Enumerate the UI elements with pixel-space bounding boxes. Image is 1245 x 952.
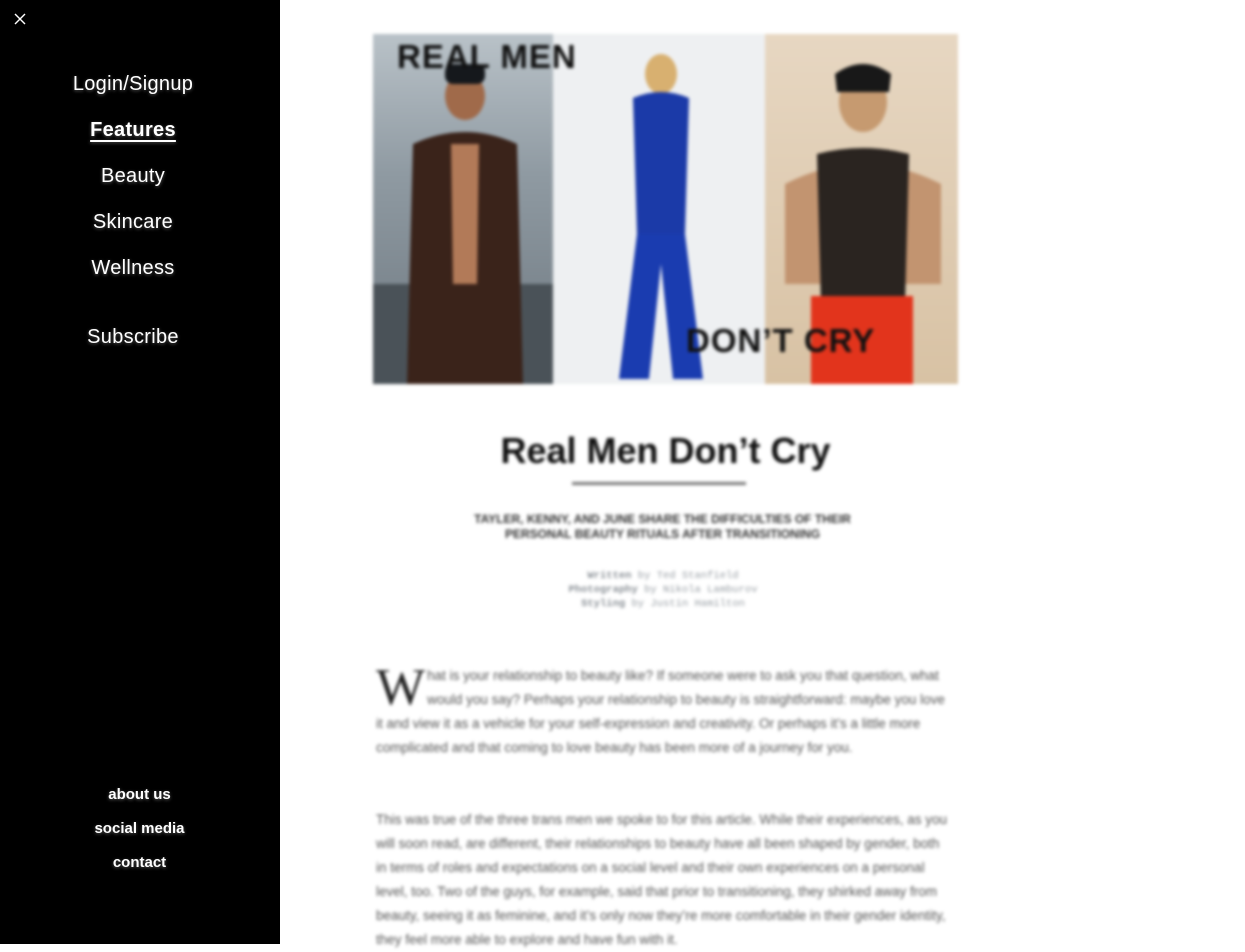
- article-subtitle: TAYLER, KENNY, AND JUNE SHARE THE DIFFIC…: [474, 512, 851, 541]
- hero-image: REAL MEN DON’T CRY: [373, 34, 958, 384]
- nav-features[interactable]: Features: [0, 119, 266, 142]
- article-title: Real Men Don’t Cry: [500, 430, 831, 471]
- footer-about-us[interactable]: about us: [0, 786, 279, 803]
- article-paragraph-2: This was true of the three trans men we …: [376, 812, 948, 947]
- hero-panel-left: [373, 34, 553, 384]
- credit-written: Written by Ted Stanfield: [473, 569, 853, 583]
- credit-styling-by[interactable]: by Justin Hamilton: [632, 598, 745, 610]
- credit-photography-label: Photography: [568, 584, 638, 596]
- nav-skincare[interactable]: Skincare: [0, 211, 266, 234]
- title-divider: [572, 482, 746, 485]
- credit-written-by[interactable]: by Ted Stanfield: [638, 570, 739, 582]
- nav-subscribe[interactable]: Subscribe: [0, 326, 266, 349]
- hero-text-bottom: DON’T CRY: [686, 322, 876, 359]
- footer-contact[interactable]: contact: [0, 854, 279, 871]
- credit-styling-label: Styling: [581, 598, 626, 610]
- credit-styling: Styling by Justin Hamilton: [473, 597, 853, 611]
- article-paragraph-1: W hat is your relationship to beauty lik…: [376, 662, 951, 760]
- close-icon[interactable]: [11, 10, 29, 28]
- footer-social-media[interactable]: social media: [0, 820, 279, 837]
- paragraph-1-text: hat is your relationship to beauty like?…: [376, 668, 945, 755]
- hero-text-top: REAL MEN: [397, 38, 577, 75]
- article-credits: Written by Ted Stanfield Photography by …: [473, 569, 853, 611]
- credit-written-label: Written: [587, 570, 632, 582]
- credit-photography: Photography by Nikola Lamburov: [473, 583, 853, 597]
- nav-wellness[interactable]: Wellness: [0, 257, 266, 280]
- nav-beauty[interactable]: Beauty: [0, 165, 266, 188]
- nav-login-signup[interactable]: Login/Signup: [0, 73, 266, 96]
- sidebar-menu: Login/Signup Features Beauty Skincare We…: [0, 0, 280, 944]
- credit-photography-by[interactable]: by Nikola Lamburov: [644, 584, 757, 596]
- article-content: REAL MEN DON’T CRY Real Men Don’t Cry TA…: [280, 0, 1245, 947]
